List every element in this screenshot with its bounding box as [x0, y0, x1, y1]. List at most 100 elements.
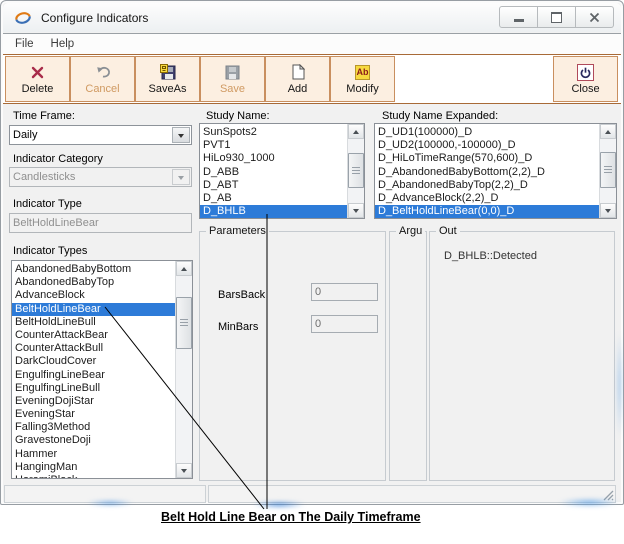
configure-indicators-window: Configure Indicators File Help Delete	[0, 0, 624, 505]
study-name-expanded-item[interactable]: D_HiLoTimeRange(570,600)_D	[375, 152, 600, 165]
study-name-expanded-listbox: D_UD1(100000)_DD_UD2(100000,-100000)_DD_…	[374, 123, 617, 219]
study-name-expanded-label: Study Name Expanded:	[382, 110, 498, 122]
add-button[interactable]: Add	[265, 56, 330, 102]
scroll-up-icon[interactable]	[600, 124, 616, 139]
bars-back-label: BarsBack	[218, 289, 265, 301]
chevron-down-icon	[172, 169, 190, 185]
save-as-icon	[160, 63, 176, 81]
indicator-type-item[interactable]: DarkCloudCover	[12, 355, 176, 368]
new-page-icon	[291, 63, 305, 81]
scrollbar-thumb[interactable]	[176, 297, 192, 349]
close-icon	[589, 12, 600, 23]
indicator-type-item[interactable]: Falling3Method	[12, 421, 176, 434]
scroll-down-icon[interactable]	[348, 203, 364, 218]
study-name-item[interactable]: D_ABT	[200, 179, 348, 192]
arguments-group-label: Argu	[396, 225, 425, 237]
indicator-type-item[interactable]: AbandonedBabyTop	[12, 276, 176, 289]
study-name-item[interactable]: PVT1	[200, 139, 348, 152]
study-name-listbox: SunSpots2PVT1HiLo930_1000D_ABBD_ABTD_ABD…	[199, 123, 365, 219]
parameters-group-label: Parameters	[206, 225, 269, 237]
indicator-type-label: Indicator Type	[13, 198, 82, 210]
indicator-type-item[interactable]: EngulfingLineBull	[12, 382, 176, 395]
time-frame-label: Time Frame:	[13, 110, 75, 122]
menu-help[interactable]: Help	[51, 38, 75, 50]
save-button: Save	[200, 56, 265, 102]
indicator-type-item[interactable]: EveningDojiStar	[12, 395, 176, 408]
scrollbar-thumb[interactable]	[348, 153, 364, 188]
power-icon	[577, 63, 594, 81]
delete-icon	[30, 63, 45, 81]
close-window-button[interactable]	[576, 6, 614, 28]
indicator-category-select: Candlesticks	[9, 167, 192, 187]
indicator-category-label: Indicator Category	[13, 153, 103, 165]
out-group-label: Out	[436, 225, 460, 237]
indicator-type-item[interactable]: Hammer	[12, 448, 176, 461]
indicator-type-item[interactable]: BeltHoldLineBear	[12, 303, 176, 316]
resize-grip[interactable]	[602, 489, 614, 501]
out-value: D_BHLB::Detected	[444, 250, 537, 262]
study-name-item[interactable]: D_BHLB	[200, 205, 348, 218]
min-bars-label: MinBars	[218, 321, 258, 333]
study-name-expanded-item[interactable]: D_AdvanceBlock(2,2)_D	[375, 192, 600, 205]
indicator-type-item[interactable]: HangingMan	[12, 461, 176, 474]
indicator-types-listbox: AbandonedBabyBottomAbandonedBabyTopAdvan…	[11, 260, 193, 479]
annotation-text: Belt Hold Line Bear on The Daily Timefra…	[161, 510, 421, 524]
indicator-type-item[interactable]: EngulfingLineBear	[12, 369, 176, 382]
minimize-icon	[514, 19, 524, 22]
scrollbar-thumb[interactable]	[600, 152, 616, 188]
indicator-type-item[interactable]: GravestoneDoji	[12, 434, 176, 447]
study-name-expanded-item[interactable]: D_UD2(100000,-100000)_D	[375, 139, 600, 152]
study-name-expanded-item[interactable]: D_AbandonedBabyBottom(2,2)_D	[375, 166, 600, 179]
chevron-down-icon	[172, 127, 190, 143]
study-name-item[interactable]: D_AB	[200, 192, 348, 205]
indicator-type-item[interactable]: BeltHoldLineBull	[12, 316, 176, 329]
study-name-item[interactable]: SunSpots2	[200, 126, 348, 139]
study-name-item[interactable]: D_ABB	[200, 166, 348, 179]
indicator-types-scrollbar[interactable]	[175, 261, 192, 478]
study-name-label: Study Name:	[206, 110, 270, 122]
indicator-types-label: Indicator Types	[13, 245, 87, 257]
undo-icon	[95, 63, 111, 81]
indicator-type-item[interactable]: HaramiBlack	[12, 474, 176, 479]
indicator-type-field: BeltHoldLineBear	[9, 213, 192, 233]
indicator-type-item[interactable]: AdvanceBlock	[12, 289, 176, 302]
cancel-button: Cancel	[70, 56, 135, 102]
app-logo-icon	[13, 10, 33, 26]
indicator-type-item[interactable]: AbandonedBabyBottom	[12, 263, 176, 276]
maximize-button[interactable]	[538, 6, 576, 28]
menu-file[interactable]: File	[15, 38, 34, 50]
window-controls	[499, 6, 614, 28]
window-title: Configure Indicators	[41, 11, 148, 25]
min-bars-field	[311, 315, 378, 333]
menu-bar: File Help	[3, 33, 621, 54]
status-bar-left	[4, 485, 206, 503]
study-name-expanded-item[interactable]: D_AbandonedBabyTop(2,2)_D	[375, 179, 600, 192]
indicator-type-item[interactable]: CounterAttackBear	[12, 329, 176, 342]
time-frame-select[interactable]: Daily	[9, 125, 192, 145]
parameters-group: Parameters BarsBack MinBars	[199, 231, 386, 481]
status-bar-right	[208, 485, 616, 503]
study-name-scrollbar[interactable]	[347, 124, 364, 218]
study-name-expanded-scrollbar[interactable]	[599, 124, 616, 218]
indicator-type-item[interactable]: CounterAttackBull	[12, 342, 176, 355]
save-as-button[interactable]: SaveAs	[135, 56, 200, 102]
indicator-type-item[interactable]: EveningStar	[12, 408, 176, 421]
study-name-item[interactable]: HiLo930_1000	[200, 152, 348, 165]
title-bar: Configure Indicators	[3, 3, 621, 32]
scroll-up-icon[interactable]	[176, 261, 192, 276]
maximize-icon	[551, 12, 562, 23]
scroll-up-icon[interactable]	[348, 124, 364, 139]
close-button[interactable]: Close	[553, 56, 618, 102]
arguments-group: Argu	[389, 231, 427, 481]
toolbar: Delete Cancel SaveAs	[3, 54, 621, 104]
modify-button[interactable]: Ab Modify	[330, 56, 395, 102]
scroll-down-icon[interactable]	[176, 463, 192, 478]
scroll-down-icon[interactable]	[600, 203, 616, 218]
save-icon	[225, 63, 240, 81]
delete-button[interactable]: Delete	[5, 56, 70, 102]
out-group: Out D_BHLB::Detected	[429, 231, 615, 481]
minimize-button[interactable]	[499, 6, 538, 28]
study-name-expanded-item[interactable]: D_UD1(100000)_D	[375, 126, 600, 139]
modify-icon: Ab	[355, 63, 370, 81]
study-name-expanded-item[interactable]: D_BeltHoldLineBear(0,0)_D	[375, 205, 600, 218]
